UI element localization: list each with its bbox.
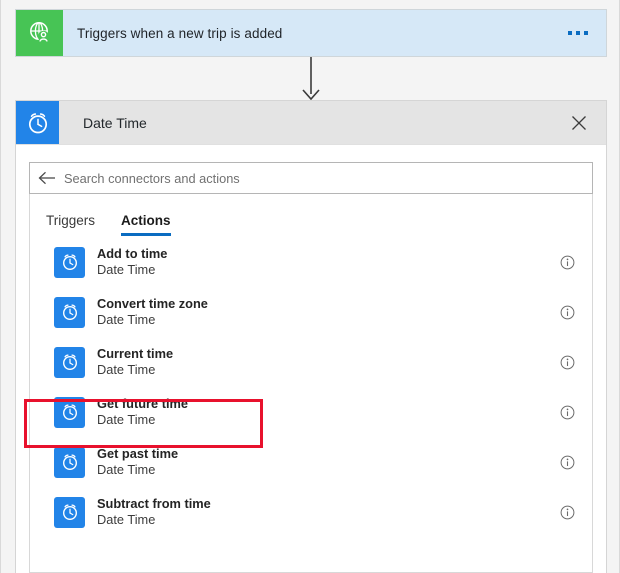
list-item-text: Add to time Date Time — [85, 246, 556, 278]
list-item-text: Current time Date Time — [85, 346, 556, 378]
ellipsis-dot — [576, 31, 580, 35]
info-icon[interactable] — [556, 455, 578, 470]
search-box[interactable] — [29, 162, 593, 194]
list-item-subtitle: Date Time — [97, 512, 156, 527]
list-item[interactable]: Get past time Date Time — [30, 437, 592, 487]
trigger-title: Triggers when a new trip is added — [77, 25, 283, 41]
alarm-clock-icon — [54, 496, 85, 528]
tab-bar: Triggers Actions — [30, 194, 592, 237]
info-icon[interactable] — [556, 355, 578, 370]
panel-body: Triggers Actions — [16, 145, 606, 573]
alarm-clock-icon — [16, 101, 59, 144]
info-icon[interactable] — [556, 305, 578, 320]
list-item-title: Add to time — [97, 246, 168, 262]
trigger-overflow-menu-button[interactable] — [550, 10, 606, 56]
date-time-panel: Date Time Trigger — [15, 100, 607, 573]
list-item-subtitle: Date Time — [97, 462, 156, 477]
list-item[interactable]: Current time Date Time — [30, 337, 592, 387]
list-item[interactable]: Add to time Date Time — [30, 237, 592, 287]
trigger-card[interactable]: Triggers when a new trip is added — [15, 9, 607, 57]
list-item[interactable]: Get future time Date Time — [30, 387, 592, 437]
list-item[interactable]: Subtract from time Date Time — [30, 487, 592, 537]
info-icon[interactable] — [556, 405, 578, 420]
info-icon[interactable] — [556, 255, 578, 270]
alarm-clock-icon — [54, 346, 85, 378]
panel-header: Date Time — [16, 101, 606, 145]
globe-person-icon — [16, 10, 63, 56]
tab-actions[interactable]: Actions — [121, 213, 171, 236]
tabs-and-list-container: Triggers Actions Add to time Date Time C… — [24, 194, 593, 573]
list-item-subtitle: Date Time — [97, 412, 156, 427]
close-icon[interactable] — [552, 101, 606, 144]
list-item-title: Subtract from time — [97, 496, 211, 512]
alarm-clock-icon — [54, 396, 85, 428]
list-item[interactable]: Convert time zone Date Time — [30, 287, 592, 337]
alarm-clock-icon — [54, 446, 85, 478]
list-item-title: Convert time zone — [97, 296, 208, 312]
list-item-subtitle: Date Time — [97, 362, 156, 377]
down-arrow-icon — [298, 57, 324, 103]
panel-title: Date Time — [83, 114, 147, 131]
list-item-subtitle: Date Time — [97, 262, 156, 277]
alarm-clock-icon — [54, 246, 85, 278]
alarm-clock-icon — [54, 296, 85, 328]
list-item-title: Current time — [97, 346, 174, 362]
list-item-title: Get future time — [97, 396, 189, 412]
search-input[interactable] — [64, 170, 592, 186]
list-item-text: Subtract from time Date Time — [85, 496, 556, 528]
list-item-subtitle: Date Time — [97, 312, 156, 327]
list-item-text: Get future time Date Time — [85, 396, 556, 428]
ellipsis-dot — [568, 31, 572, 35]
action-list: Add to time Date Time Convert time zone … — [30, 237, 592, 537]
tab-triggers[interactable]: Triggers — [46, 213, 95, 236]
back-arrow-icon[interactable] — [30, 171, 64, 185]
list-item-text: Get past time Date Time — [85, 446, 556, 478]
list-item-text: Convert time zone Date Time — [85, 296, 556, 328]
ellipsis-dot — [584, 31, 588, 35]
designer-canvas: Triggers when a new trip is added Date T… — [0, 0, 620, 573]
info-icon[interactable] — [556, 505, 578, 520]
list-item-title: Get past time — [97, 446, 179, 462]
